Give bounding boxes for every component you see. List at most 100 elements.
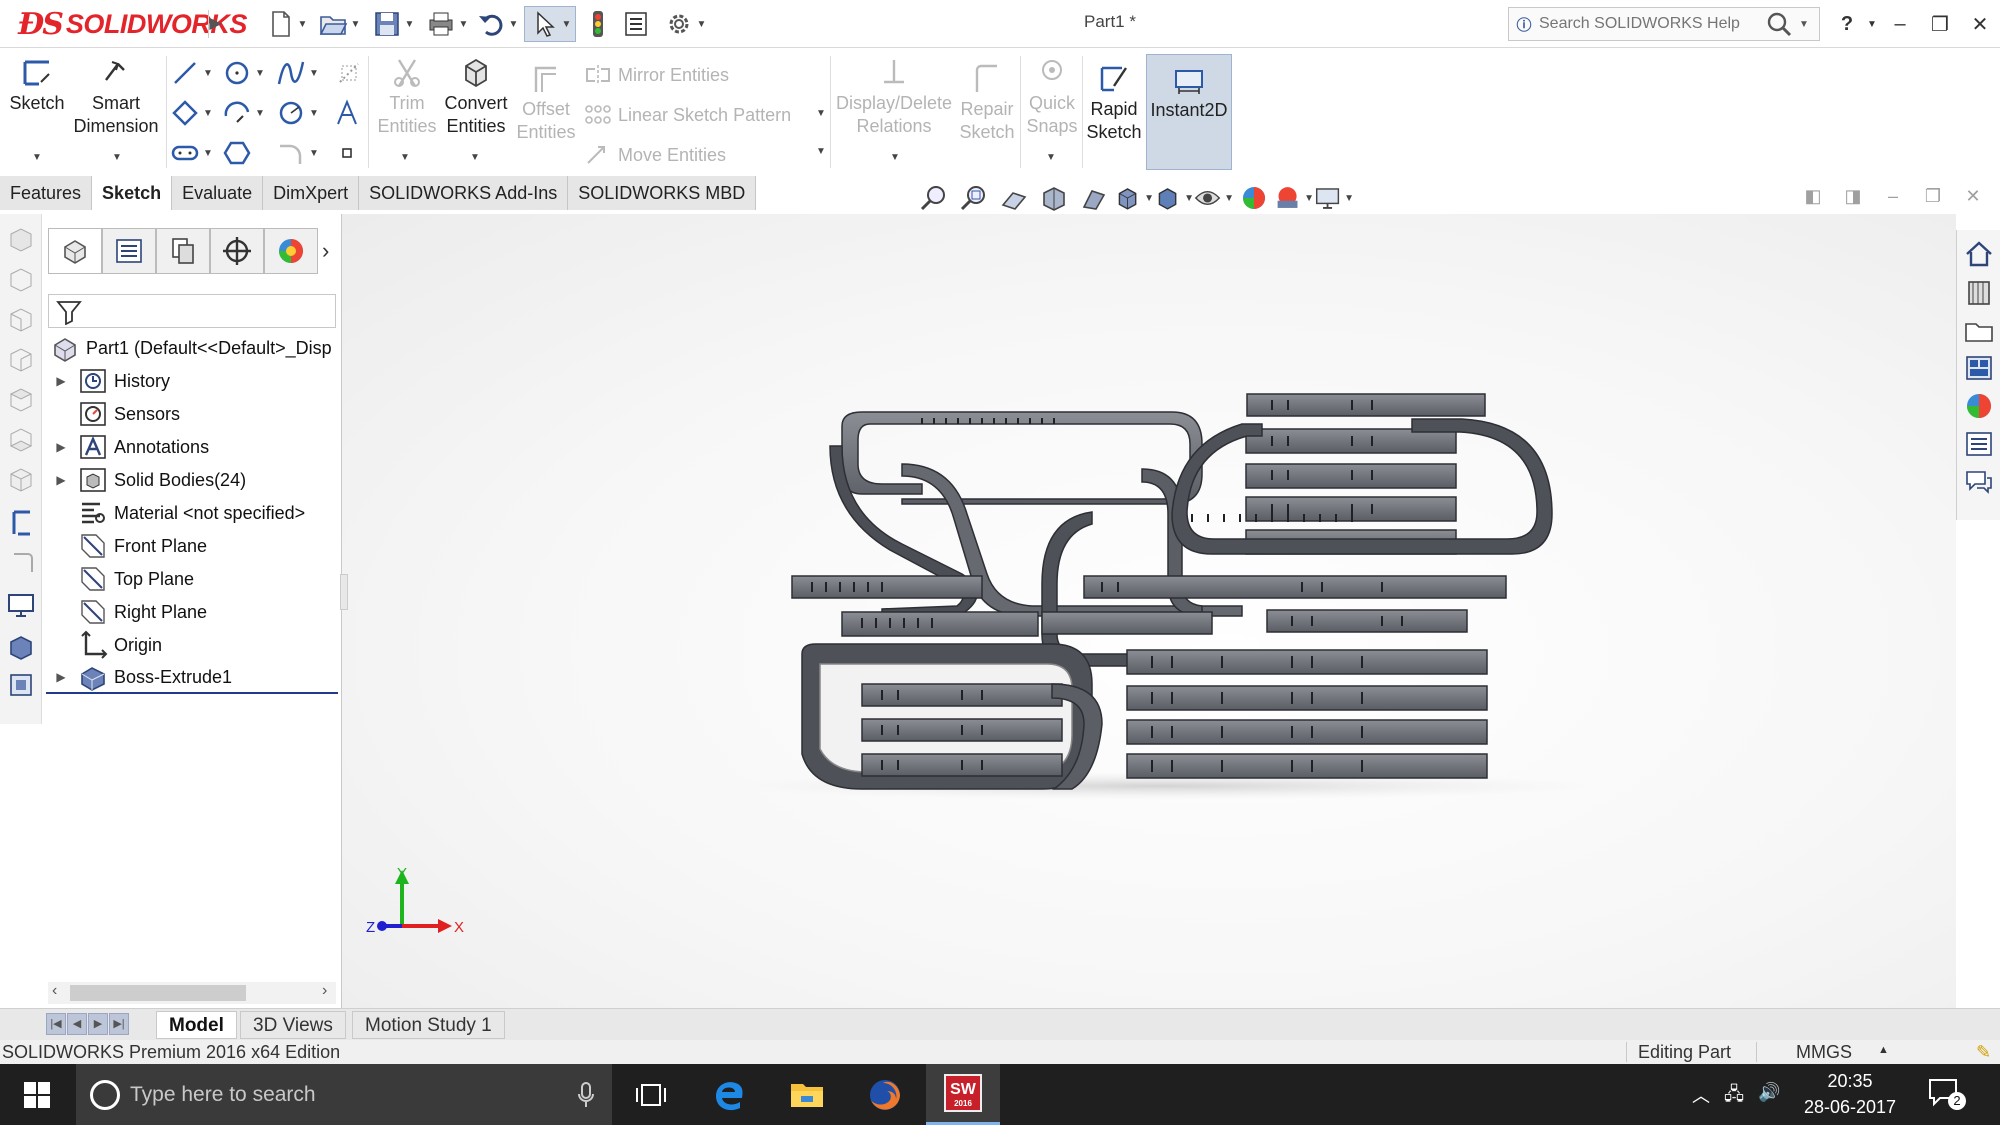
pattern-dropdown-icon[interactable]: ▼	[816, 108, 826, 119]
quick-snaps-button[interactable]: Quick Snaps	[1022, 56, 1082, 138]
last-tab-icon[interactable]: ▶|	[109, 1013, 129, 1035]
scroll-thumb[interactable]	[70, 985, 246, 1001]
sketch-dropdown-icon[interactable]: ▼	[32, 152, 42, 163]
tab-motion-study-1[interactable]: Motion Study 1	[352, 1011, 505, 1039]
repair-sketch-button[interactable]: Repair Sketch	[956, 62, 1018, 144]
graphics-restore-button[interactable]: ❐	[1918, 186, 1948, 207]
expand-arrow-icon[interactable]: ▶	[52, 374, 70, 388]
instant2d-button[interactable]: Instant2D	[1146, 54, 1232, 170]
open-button[interactable]: ▼	[314, 6, 364, 42]
graphics-minimize-button[interactable]: –	[1878, 186, 1908, 207]
tree-item-front-plane[interactable]: Front Plane	[78, 530, 207, 562]
task-view-button[interactable]	[614, 1064, 688, 1125]
circle-button[interactable]: ▼	[222, 58, 265, 88]
panel-splitter[interactable]	[340, 574, 348, 610]
tree-item-boss-extrude1[interactable]: ▶ Boss-Extrude1	[46, 662, 338, 694]
unit-system[interactable]: MMGS	[1796, 1042, 1852, 1063]
new-document-button[interactable]: ▼	[262, 6, 310, 42]
tab-addins[interactable]: SOLIDWORKS Add-Ins	[359, 176, 569, 210]
featuremanager-tab[interactable]	[48, 228, 102, 274]
display-style-button[interactable]: ▼	[1154, 180, 1194, 216]
left-view-icon[interactable]	[6, 304, 36, 334]
trim-entities-button[interactable]: Trim Entities	[372, 56, 442, 138]
rapid-sketch-button[interactable]: Rapid Sketch	[1084, 62, 1144, 144]
normal-to-icon[interactable]	[6, 508, 36, 538]
tab-model[interactable]: Model	[156, 1011, 237, 1039]
mirror-entities-button[interactable]: Mirror Entities	[584, 60, 729, 90]
apply-scene-button[interactable]: ▼	[1274, 180, 1314, 216]
trim-dropdown-icon[interactable]: ▼	[400, 152, 410, 163]
tree-item-sensors[interactable]: Sensors	[78, 398, 180, 430]
action-center-button[interactable]: 2	[1928, 1078, 1968, 1112]
3d-view-icon[interactable]	[6, 632, 36, 662]
expand-arrow-icon[interactable]: ▶	[52, 473, 70, 487]
show-hidden-icons[interactable]: ︿	[1692, 1082, 1710, 1108]
more-tabs-icon[interactable]: ›	[322, 238, 329, 264]
help-search[interactable]: ⓘ ▼	[1508, 7, 1820, 41]
tree-filter[interactable]	[48, 294, 336, 328]
tree-item-annotations[interactable]: ▶ Annotations	[52, 431, 209, 463]
tree-item-material[interactable]: Material <not specified>	[78, 497, 305, 529]
zoom-to-area-button[interactable]	[954, 180, 994, 216]
dimension-dropdown-icon[interactable]: ▼	[112, 152, 122, 163]
text-button[interactable]	[332, 98, 362, 128]
ellipse-button[interactable]: ▼	[276, 98, 319, 128]
tree-item-solid-bodies[interactable]: ▶ Solid Bodies(24)	[52, 464, 246, 496]
tree-horizontal-scrollbar[interactable]: ‹ ›	[48, 982, 336, 1004]
restore-button[interactable]: ❐	[1920, 8, 1960, 40]
smart-dimension-button[interactable]: Smart Dimension	[70, 56, 162, 138]
linear-sketch-pattern-button[interactable]: Linear Sketch Pattern	[584, 100, 791, 130]
front-view-icon[interactable]	[6, 224, 36, 254]
view-selector-icon[interactable]	[6, 670, 36, 700]
previous-view-button[interactable]	[994, 180, 1034, 216]
options-button[interactable]: ▼	[660, 6, 710, 42]
first-tab-icon[interactable]: |◀	[46, 1013, 66, 1035]
select-button[interactable]: ▼	[524, 6, 576, 42]
tree-item-origin[interactable]: Origin	[78, 629, 162, 661]
forum-icon[interactable]	[1963, 466, 1995, 498]
view-palette-icon[interactable]	[1963, 352, 1995, 384]
tree-root-part[interactable]: Part1 (Default<<Default>_Disp	[50, 332, 332, 364]
rebuild-button[interactable]	[582, 6, 614, 42]
design-library-icon[interactable]	[1963, 276, 1995, 308]
next-tab-icon[interactable]: ▶	[88, 1013, 108, 1035]
network-icon[interactable]: 🖧	[1724, 1082, 1744, 1112]
spline-button[interactable]: ▼	[276, 58, 319, 88]
appearances-icon[interactable]	[1963, 390, 1995, 422]
file-explorer-button[interactable]	[770, 1064, 844, 1125]
graphics-tile-left-icon[interactable]: ◧	[1798, 186, 1828, 207]
snaps-dropdown-icon[interactable]: ▼	[1046, 152, 1056, 163]
firefox-button[interactable]	[848, 1064, 922, 1125]
tab-dimxpert[interactable]: DimXpert	[263, 176, 360, 210]
convert-entities-button[interactable]: Convert Entities	[440, 56, 512, 138]
tree-item-top-plane[interactable]: Top Plane	[78, 563, 194, 595]
arc-button[interactable]: ▼	[222, 98, 265, 128]
expand-arrow-icon[interactable]: ▶	[52, 670, 70, 684]
model-geometry[interactable]	[791, 393, 1553, 790]
view-settings-button[interactable]: ▼	[1314, 180, 1354, 216]
zoom-to-fit-button[interactable]	[914, 180, 954, 216]
sketch-button[interactable]: Sketch	[8, 56, 66, 115]
edge-button[interactable]	[692, 1064, 766, 1125]
tree-item-right-plane[interactable]: Right Plane	[78, 596, 207, 628]
model-viewport[interactable]: Y X Z	[342, 214, 1956, 1008]
save-button[interactable]: ▼	[368, 6, 418, 42]
slot-button[interactable]: ▼	[170, 138, 213, 168]
custom-properties-icon[interactable]	[1963, 428, 1995, 460]
help-search-input[interactable]	[1539, 15, 1759, 33]
view-orientation-button[interactable]: ▼	[1114, 180, 1154, 216]
scroll-left-icon[interactable]: ‹	[52, 982, 57, 1000]
taskbar-search[interactable]: Type here to search	[76, 1064, 612, 1125]
graphics-close-button[interactable]: ✕	[1958, 186, 1988, 207]
units-dropdown-icon[interactable]: ▲	[1878, 1044, 1889, 1056]
graphics-tile-right-icon[interactable]: ◨	[1838, 186, 1868, 207]
display-delete-relations-button[interactable]: Display/Delete Relations	[834, 56, 954, 138]
sketch-plane-icon[interactable]	[6, 548, 36, 578]
tab-features[interactable]: Features	[0, 176, 93, 210]
start-button[interactable]	[0, 1064, 74, 1125]
move-entities-button[interactable]: Move Entities	[584, 140, 726, 170]
microphone-icon[interactable]	[578, 1082, 594, 1108]
tree-item-history[interactable]: ▶ History	[52, 365, 170, 397]
minimize-button[interactable]: –	[1880, 8, 1920, 40]
section-view-button[interactable]	[1034, 180, 1074, 216]
